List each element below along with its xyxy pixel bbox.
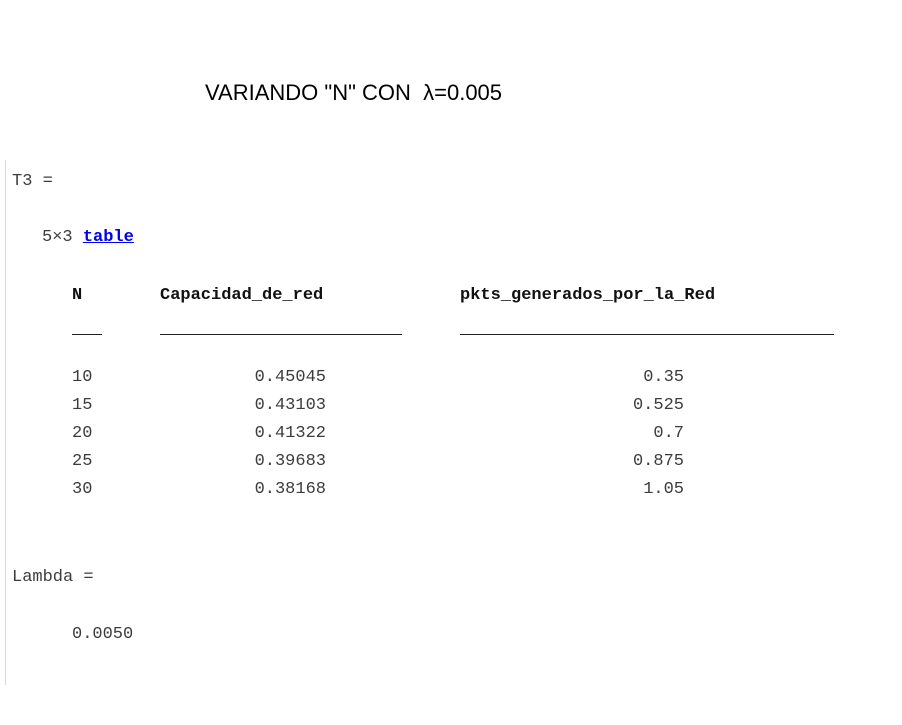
cell-n: 30: [72, 480, 93, 499]
lambda-value: 0.0050: [72, 625, 134, 644]
column-underline-capacidad: [160, 334, 402, 335]
column-header-pkts: pkts_generados_por_la_Red: [460, 286, 716, 305]
cell-pkts: 1.05: [643, 480, 684, 499]
command-window-output: T3 = 5×3 table N Capacidad_de_red pkts_g…: [0, 160, 902, 685]
table-size-line: 5×3 table: [42, 228, 134, 247]
column-header-n: N: [72, 286, 83, 305]
cell-pkts: 0.35: [643, 368, 684, 387]
cell-n: 10: [72, 368, 93, 387]
cell-capacidad: 0.45045: [254, 368, 326, 387]
cell-n: 15: [72, 396, 93, 415]
table-dimensions: 5×3: [42, 228, 73, 247]
table-class-link[interactable]: table: [83, 228, 134, 247]
column-header-capacidad: Capacidad_de_red: [160, 286, 324, 305]
cell-capacidad: 0.41322: [254, 424, 326, 443]
console-left-border: [5, 160, 6, 685]
column-underline-n: [72, 334, 102, 335]
table-variable-assignment: T3 =: [12, 172, 53, 191]
cell-n: 25: [72, 452, 93, 471]
page-title: VARIANDO "N" CON λ=0.005: [205, 80, 503, 105]
cell-pkts: 0.875: [632, 452, 684, 471]
cell-capacidad: 0.43103: [254, 396, 326, 415]
cell-pkts: 0.7: [653, 424, 684, 443]
cell-capacidad: 0.39683: [254, 452, 326, 471]
lambda-variable-assignment: Lambda =: [12, 568, 94, 587]
cell-capacidad: 0.38168: [254, 480, 326, 499]
column-underline-pkts: [460, 334, 834, 335]
cell-pkts: 0.525: [632, 396, 684, 415]
cell-n: 20: [72, 424, 93, 443]
